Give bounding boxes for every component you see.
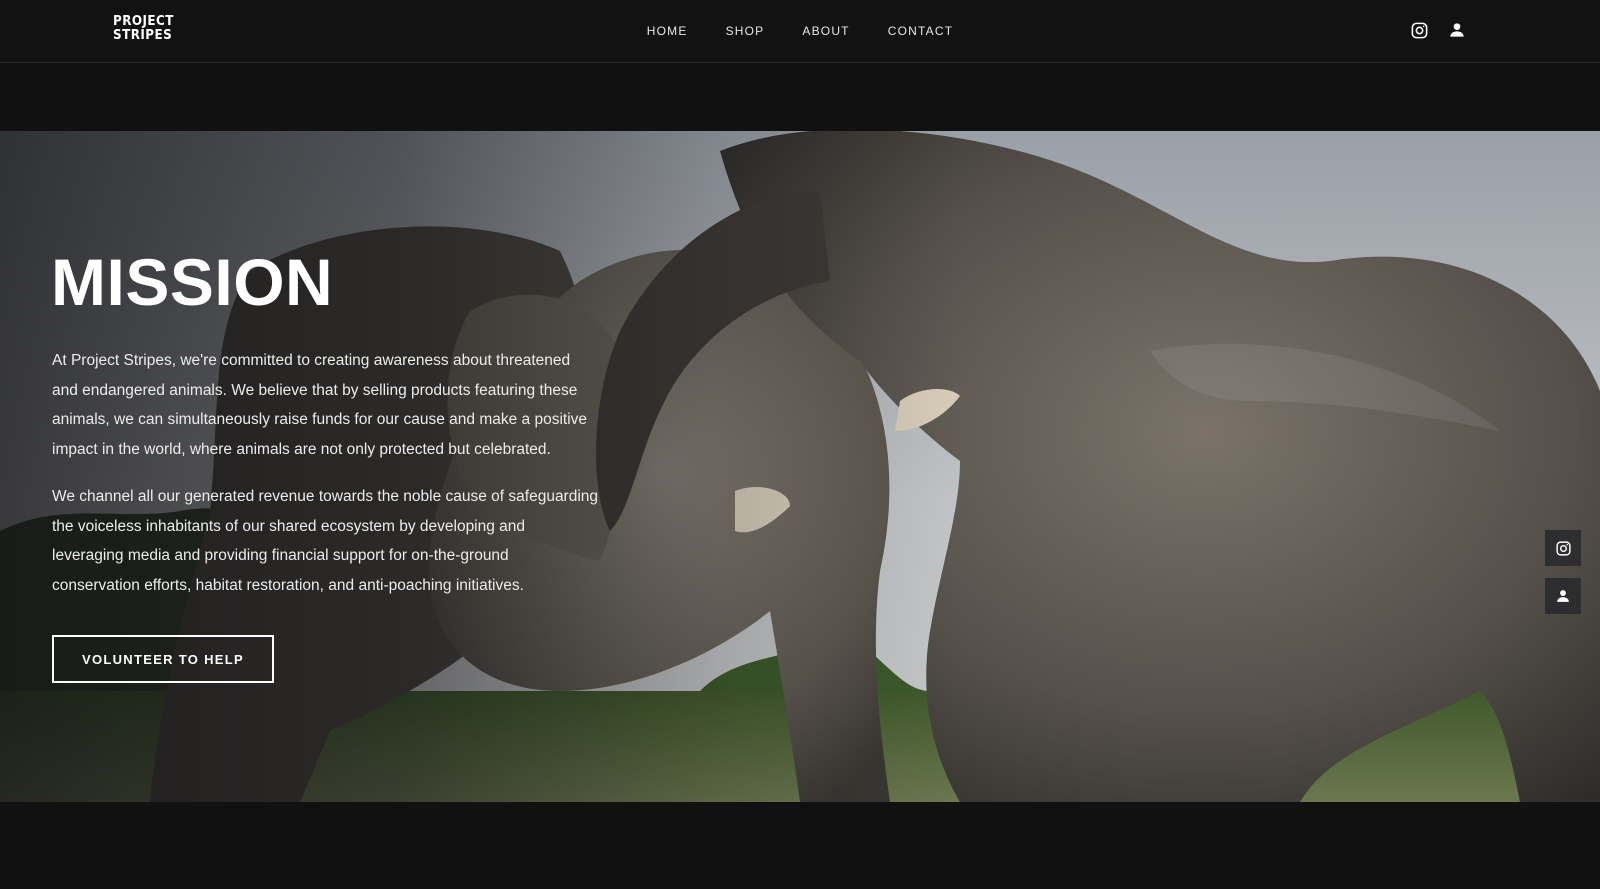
user-icon[interactable] [1545,578,1581,614]
mission-paragraph-1: At Project Stripes, we're committed to c… [52,352,588,458]
mission-paragraph-2: We channel all our generated revenue tow… [52,488,599,594]
footer-band [0,802,1600,889]
nav-item-about[interactable]: ABOUT [802,24,849,38]
hero-overlay [0,131,1600,802]
main-nav: HOME SHOP ABOUT CONTACT [0,24,1600,38]
header-icons [1409,20,1467,40]
instagram-icon[interactable] [1409,20,1429,40]
user-icon[interactable] [1447,20,1467,40]
volunteer-button[interactable]: VOLUNTEER TO HELP [52,635,274,683]
nav-item-home[interactable]: HOME [647,24,688,38]
nav-item-shop[interactable]: SHOP [726,24,765,38]
nav-item-contact[interactable]: CONTACT [888,24,954,38]
mission-title: MISSION [51,245,334,319]
site-header: PROJECT STRIPES HOME SHOP ABOUT CONTACT [0,0,1600,63]
mission-hero: MISSION At Project Stripes, we're commit… [0,131,1600,802]
side-social-bar [1545,530,1581,614]
instagram-icon[interactable] [1545,530,1581,566]
